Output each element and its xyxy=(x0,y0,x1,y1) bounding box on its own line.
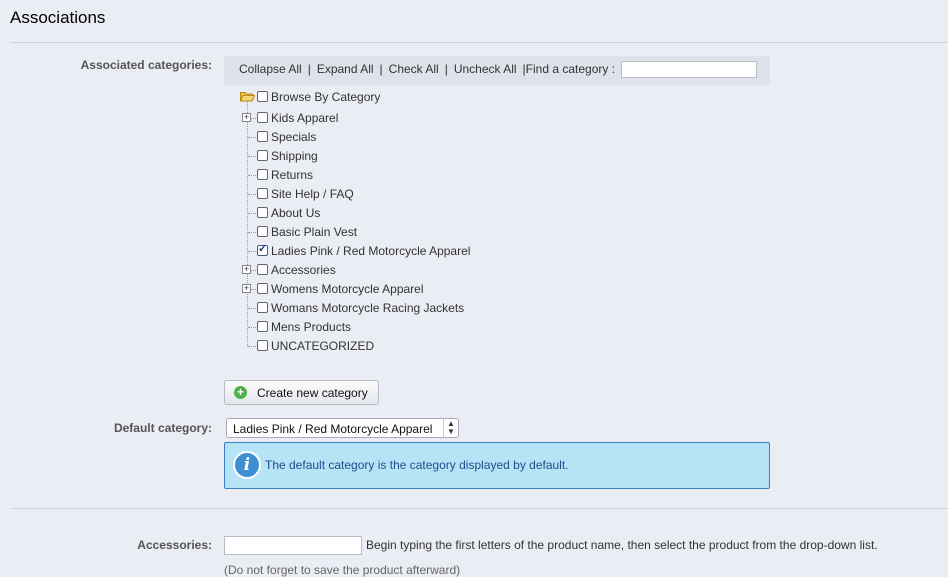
tree-item: Womans Motorcycle Racing Jackets xyxy=(230,299,630,318)
accessories-note: (Do not forget to save the product after… xyxy=(224,563,461,577)
collapse-all-link[interactable]: Collapse All xyxy=(239,62,302,76)
tree-root-label: Browse By Category xyxy=(271,90,381,104)
tree-item-label: Kids Apparel xyxy=(271,111,339,125)
tree-item-label: Shipping xyxy=(271,149,318,163)
tree-item-checkbox[interactable] xyxy=(257,283,268,294)
info-icon: i xyxy=(233,451,261,479)
find-category-label: Find a category : xyxy=(525,62,616,76)
divider xyxy=(10,508,948,509)
tree-item-checkbox[interactable] xyxy=(257,131,268,142)
tree-item-checkbox[interactable] xyxy=(257,169,268,180)
tree-item-checkbox[interactable] xyxy=(257,242,268,256)
tree-item-label: Accessories xyxy=(271,263,336,277)
tree-item: Returns xyxy=(230,166,630,185)
expand-icon[interactable]: + xyxy=(242,284,251,293)
tree-item-checkbox[interactable] xyxy=(257,188,268,199)
tree-item: About Us xyxy=(230,204,630,223)
tree-item-label: Basic Plain Vest xyxy=(271,225,358,239)
tree-root-checkbox[interactable] xyxy=(257,91,268,102)
find-category-input[interactable] xyxy=(621,61,757,78)
tree-item: Basic Plain Vest xyxy=(230,223,630,242)
tree-item-checkbox[interactable] xyxy=(257,226,268,237)
tree-item-label: Womens Motorcycle Apparel xyxy=(271,282,424,296)
section-title: Associations xyxy=(10,8,106,27)
tree-item: + Kids Apparel xyxy=(230,109,630,128)
tree-item: UNCATEGORIZED xyxy=(230,337,630,356)
tree-item-checkbox[interactable] xyxy=(257,340,268,351)
tree-item-checkbox[interactable] xyxy=(257,321,268,332)
add-icon: + xyxy=(234,386,247,399)
divider xyxy=(10,42,948,43)
category-tree: Browse By Category + Kids Apparel Specials… xyxy=(230,88,750,358)
expand-icon[interactable]: + xyxy=(242,265,251,274)
separator: | xyxy=(444,62,448,76)
tree-item-checkbox[interactable] xyxy=(257,207,268,218)
tree-item: Specials xyxy=(230,128,630,147)
accessories-help: Begin typing the first letters of the pr… xyxy=(366,538,878,552)
tree-item-label: UNCATEGORIZED xyxy=(271,339,375,353)
separator: | xyxy=(379,62,383,76)
info-text: The default category is the category dis… xyxy=(265,458,569,472)
select-arrows-icon: ▲ ▼ xyxy=(443,419,458,437)
tree-item-label: Mens Products xyxy=(271,320,352,334)
default-category-value: Ladies Pink / Red Motorcycle Apparel xyxy=(233,422,433,436)
folder-open-icon xyxy=(240,92,255,102)
accessories-label: Accessories: xyxy=(137,538,212,552)
create-category-button[interactable]: + Create new category xyxy=(224,380,379,405)
tree-item: Shipping xyxy=(230,147,630,166)
tree-item-label: Specials xyxy=(271,130,317,144)
tree-item-label: Returns xyxy=(271,168,314,182)
default-category-info: i The default category is the category d… xyxy=(224,442,770,489)
tree-item-label: Ladies Pink / Red Motorcycle Apparel xyxy=(271,244,471,258)
tree-item-checkbox[interactable] xyxy=(257,112,268,123)
default-category-select[interactable]: Ladies Pink / Red Motorcycle Apparel ▲ ▼ xyxy=(226,418,459,438)
uncheck-all-link[interactable]: Uncheck All xyxy=(454,62,517,76)
tree-item-checkbox[interactable] xyxy=(257,302,268,313)
tree-item: Ladies Pink / Red Motorcycle Apparel xyxy=(230,242,630,261)
category-tree-toolbar: Collapse All | Expand All | Check All | Unchec… xyxy=(224,56,770,85)
check-all-link[interactable]: Check All xyxy=(389,62,439,76)
default-category-label: Default category: xyxy=(113,421,212,435)
tree-item-checkbox[interactable] xyxy=(257,150,268,161)
tree-item: Mens Products xyxy=(230,318,630,337)
tree-item-label: Site Help / FAQ xyxy=(271,187,354,201)
associated-categories-label: Associated categories: xyxy=(80,58,212,72)
accessories-input[interactable] xyxy=(224,536,362,555)
expand-icon[interactable]: + xyxy=(242,113,251,122)
tree-item-label: Womans Motorcycle Racing Jackets xyxy=(271,301,465,315)
tree-item: Site Help / FAQ xyxy=(230,185,630,204)
tree-item: + Accessories xyxy=(230,261,630,280)
tree-root: Browse By Category xyxy=(230,88,530,107)
tree-item: + Womens Motorcycle Apparel xyxy=(230,280,630,299)
create-category-label: Create new category xyxy=(257,386,368,400)
expand-all-link[interactable]: Expand All xyxy=(317,62,374,76)
separator: | xyxy=(307,62,311,76)
tree-item-checkbox[interactable] xyxy=(257,264,268,275)
tree-item-label: About Us xyxy=(271,206,321,220)
